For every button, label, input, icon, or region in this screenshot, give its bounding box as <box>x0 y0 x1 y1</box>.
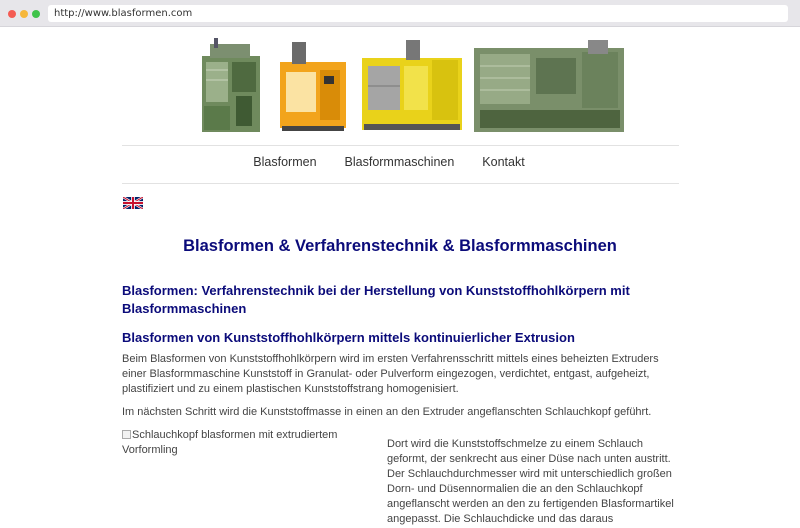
machine-yellow-image <box>362 40 462 130</box>
broken-image-icon <box>122 430 131 439</box>
page-title: Blasformen & Verfahrenstechnik & Blasfor… <box>183 237 617 255</box>
minimize-window-icon[interactable] <box>20 10 28 18</box>
schlauchkopf-image: Schlauchkopf blasformen mit extrudiertem… <box>122 428 372 458</box>
nav-divider-top <box>122 145 679 146</box>
machine-green-1-image <box>202 38 260 132</box>
section-heading-extrusion: Blasformen von Kunststoffhohlkörpern mit… <box>122 330 575 345</box>
section-heading-verfahrenstechnik: Blasformen: Verfahrenstechnik bei der He… <box>122 283 630 316</box>
uk-flag-icon[interactable] <box>123 197 143 209</box>
address-bar[interactable]: http://www.blasformen.com <box>48 5 788 22</box>
paragraph-schlauchkopf: Im nächsten Schritt wird die Kunststoffm… <box>122 406 652 418</box>
nav-item-kontakt[interactable]: Kontakt <box>482 155 524 169</box>
header-machines-image <box>202 38 624 132</box>
paragraph-extruder: Beim Blasformen von Kunststoffhohlkörper… <box>122 353 659 395</box>
nav-divider-bottom <box>122 183 679 184</box>
close-window-icon[interactable] <box>8 10 16 18</box>
maximize-window-icon[interactable] <box>32 10 40 18</box>
machine-green-2-image <box>474 40 624 132</box>
main-nav: Blasformen Blasformmaschinen Kontakt <box>0 155 800 169</box>
machine-orange-image <box>280 42 346 131</box>
browser-toolbar: http://www.blasformen.com <box>0 0 800 27</box>
paragraph-schlauch: Dort wird die Kunststoffschmelze zu eine… <box>387 438 674 525</box>
schlauchkopf-image-alt: Schlauchkopf blasformen mit extrudiertem… <box>122 429 338 456</box>
nav-item-blasformmaschinen[interactable]: Blasformmaschinen <box>345 155 455 169</box>
nav-item-blasformen[interactable]: Blasformen <box>253 155 316 169</box>
